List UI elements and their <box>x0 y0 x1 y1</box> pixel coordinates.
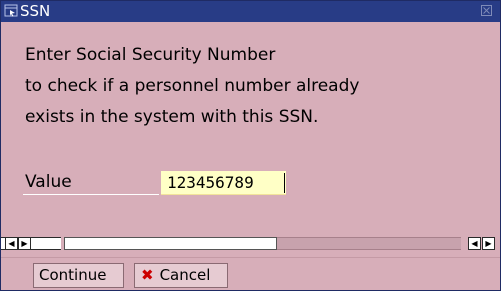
cancel-button[interactable]: ✖ Cancel <box>134 263 228 288</box>
cancel-button-label: Cancel <box>159 266 211 284</box>
dialog-message: Enter Social Security Number to check if… <box>25 40 359 133</box>
message-line-1: Enter Social Security Number <box>25 45 276 65</box>
scrollbar-track[interactable] <box>277 237 461 250</box>
dialog-title: SSN <box>20 2 51 20</box>
dialog-window-icon <box>4 4 18 17</box>
value-field-label: Value <box>25 172 72 192</box>
text-caret <box>284 173 285 193</box>
close-icon[interactable] <box>481 5 492 16</box>
ssn-value-input[interactable] <box>161 171 286 195</box>
scroll-right-arrow-icon[interactable]: ▶ <box>482 237 495 250</box>
scrollbar-thumb[interactable] <box>64 237 277 250</box>
ssn-dialog: SSN Enter Social Security Number to chec… <box>0 0 501 291</box>
continue-button[interactable]: Continue <box>33 263 124 288</box>
message-line-3: exists in the system with this SSN. <box>25 107 319 127</box>
scroll-left-arrow-icon[interactable]: ◀ <box>5 237 18 250</box>
cancel-x-icon: ✖ <box>141 266 154 284</box>
field-label-underline <box>23 194 159 195</box>
message-line-2: to check if a personnel number already <box>25 76 360 96</box>
horizontal-scrollbar[interactable]: ◀ ▶ ◀ ▶ <box>1 237 500 258</box>
scroll-left-arrow-icon[interactable]: ◀ <box>468 237 481 250</box>
title-bar[interactable]: SSN <box>1 1 500 22</box>
continue-button-label: Continue <box>39 266 107 284</box>
dialog-footer: Continue ✖ Cancel <box>1 257 500 290</box>
scroll-right-arrow-icon[interactable]: ▶ <box>18 237 31 250</box>
